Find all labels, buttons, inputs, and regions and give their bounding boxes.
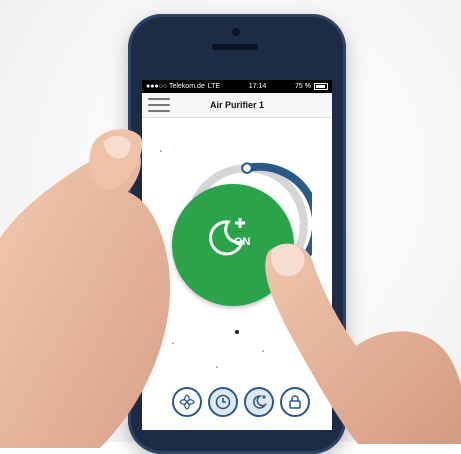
status-bar: ●●●○○ Telekom.de LTE 17:14 75 % xyxy=(142,80,332,93)
front-camera xyxy=(232,28,240,36)
earpiece-speaker xyxy=(212,44,258,50)
battery-icon xyxy=(314,83,328,90)
clock-label: 17:14 xyxy=(248,83,267,90)
ring-handle-icon[interactable] xyxy=(241,162,253,174)
page-title: Air Purifier 1 xyxy=(209,100,265,110)
carrier-label: ●●●○○ Telekom.de xyxy=(146,83,205,90)
nav-bar: Air Purifier 1 xyxy=(142,93,332,118)
left-hand-image xyxy=(0,129,170,448)
right-hand-image xyxy=(265,243,461,444)
network-label: LTE xyxy=(207,83,221,90)
battery-percent: 75 % xyxy=(295,83,311,90)
menu-icon[interactable] xyxy=(148,98,170,112)
